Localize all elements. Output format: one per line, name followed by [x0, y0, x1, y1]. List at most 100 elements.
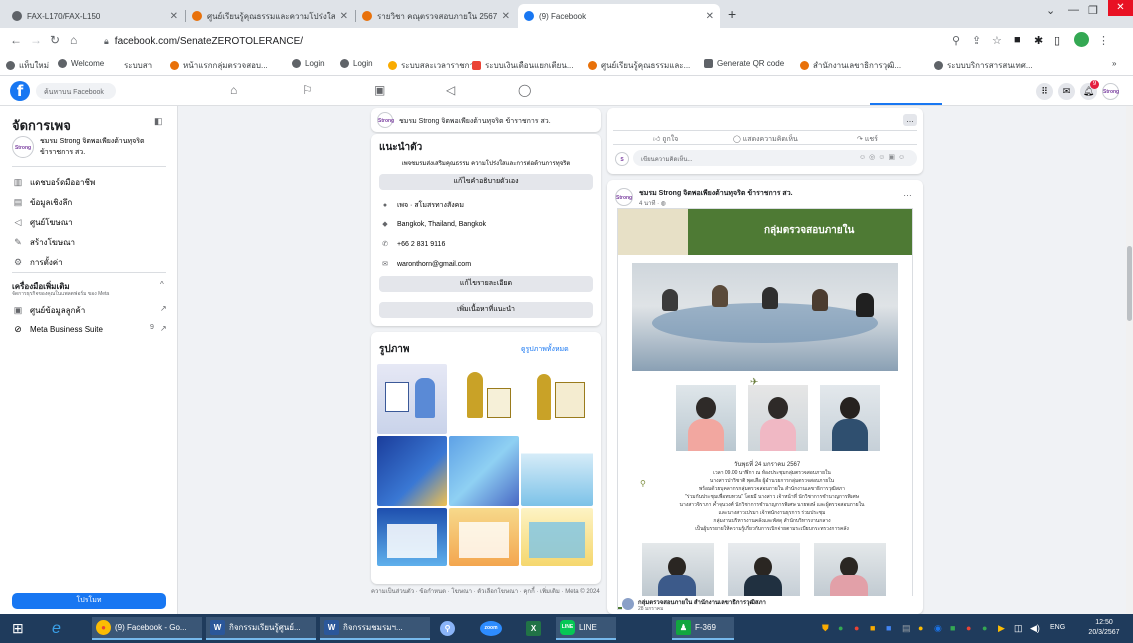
ad-center-icon[interactable]: ▣: [374, 83, 385, 97]
zoom-icon[interactable]: ⚲: [952, 34, 960, 47]
photo-thumbnail[interactable]: [377, 436, 447, 506]
taskbar-item-line[interactable]: LINE LINE: [556, 617, 616, 640]
star-icon[interactable]: ☆: [992, 34, 1002, 47]
window-close-button[interactable]: ✕: [1108, 0, 1133, 16]
reload-icon[interactable]: ↻: [50, 33, 60, 47]
share-icon[interactable]: ⇪: [972, 34, 981, 47]
more-bookmarks-button[interactable]: »: [1112, 59, 1116, 68]
home-icon[interactable]: ⌂: [70, 33, 77, 47]
tray-icon: ■: [950, 623, 956, 633]
group-avatar[interactable]: [622, 598, 634, 610]
extension-icon[interactable]: ■: [1014, 34, 1021, 46]
page-scrollbar[interactable]: [1126, 106, 1133, 614]
close-icon[interactable]: ✕: [170, 11, 178, 22]
bookmark[interactable]: สำนักงานเลขาธิการวุฒิ...: [800, 59, 901, 72]
browser-tab[interactable]: FAX-L170/FAX-L150 ✕: [6, 4, 184, 28]
chevron-up-icon[interactable]: ^: [160, 280, 164, 289]
taskbar-item-app[interactable]: ♟ F-369: [672, 617, 734, 640]
browser-tab[interactable]: รายวิชา คณุตรวจสอบภายใน 2567 ✕: [356, 4, 516, 28]
add-featured-button[interactable]: เพิ่มเนื้อหาที่แนะนำ: [379, 302, 593, 318]
bookmark[interactable]: Login: [340, 59, 373, 68]
more-options-icon[interactable]: …: [903, 188, 912, 198]
messenger-icon[interactable]: ✉: [1058, 83, 1075, 100]
bookmark[interactable]: Welcome: [58, 59, 104, 68]
photo-thumbnail[interactable]: [449, 364, 519, 434]
collapse-icon[interactable]: ◧: [154, 116, 163, 127]
menu-icon[interactable]: ⋮: [1098, 34, 1109, 47]
internet-explorer-icon[interactable]: e: [48, 617, 65, 640]
bookmark[interactable]: ศูนย์เรียนรู้คุณธรรมและ...: [588, 59, 690, 72]
bookmark[interactable]: Login: [292, 59, 325, 68]
taskbar-item-chrome[interactable]: ● (9) Facebook - Go...: [92, 617, 202, 640]
edit-bio-button[interactable]: แก้ไขคำอธิบายตัวเอง: [379, 174, 593, 190]
promote-button[interactable]: โปรโมท: [12, 593, 166, 609]
bookmark[interactable]: ระบบเงินเดือนแยกเตียน...: [472, 59, 574, 72]
home-icon[interactable]: ⌂: [230, 83, 237, 97]
photo-thumbnail[interactable]: [521, 508, 593, 566]
sidebar-item-dashboard[interactable]: ▥ แดชบอร์ดมืออาชีพ: [12, 176, 96, 189]
menu-grid-icon[interactable]: ⠿: [1036, 83, 1053, 100]
taskbar-item-search[interactable]: ⚲: [436, 617, 463, 640]
megaphone-icon[interactable]: ◁: [446, 83, 455, 97]
photo-thumbnail[interactable]: [377, 508, 447, 566]
sidebar-item-create-ad[interactable]: ✎ สร้างโฆษณา: [12, 236, 75, 249]
bookmark[interactable]: ระบบสา: [124, 59, 152, 72]
bookmark[interactable]: Generate QR code: [704, 59, 784, 68]
comment-icon: ◯: [733, 136, 741, 143]
page-switcher[interactable]: Strong ชมรม Strong จิตพอเพียงต้านทุจริต …: [12, 136, 160, 158]
forward-icon[interactable]: →: [30, 33, 42, 47]
close-icon[interactable]: ✕: [706, 11, 714, 22]
external-link-icon[interactable]: ↗: [160, 304, 167, 313]
bell-outline-icon[interactable]: ◯: [518, 83, 531, 97]
back-icon[interactable]: ←: [10, 33, 22, 47]
sidebar-item-insights[interactable]: ▤ ข้อมูลเชิงลึก: [12, 196, 73, 209]
sidebar-item-ad-center[interactable]: ◁ ศูนย์โฆษณา: [12, 216, 73, 229]
bookmark[interactable]: แท็บใหม่: [6, 59, 49, 72]
sidepanel-icon[interactable]: ▯: [1054, 34, 1060, 47]
facebook-logo-icon[interactable]: f: [10, 81, 30, 101]
clock[interactable]: 12:50 20/3/2567: [1084, 618, 1124, 638]
sidebar-item-settings[interactable]: ⚙ การตั้งค่า: [12, 256, 63, 269]
photo-thumbnail[interactable]: [521, 364, 593, 434]
footer-links[interactable]: ความเป็นส่วนตัว · ข้อกำหนด · โฆษณา · ตัว…: [371, 588, 601, 597]
bookmark[interactable]: ระบบสละเวลาราชการ: [388, 59, 478, 72]
taskbar-item-zoom[interactable]: zoom: [476, 617, 510, 640]
external-link-icon[interactable]: ↗: [160, 324, 167, 333]
minimize-button[interactable]: —: [1068, 4, 1079, 16]
taskbar-item-excel[interactable]: X: [522, 617, 549, 640]
sidebar-item-meta-business-suite[interactable]: ⊘ Meta Business Suite: [12, 324, 103, 335]
puzzle-icon[interactable]: ✱: [1034, 34, 1043, 47]
close-icon[interactable]: ✕: [502, 11, 510, 22]
bookmark[interactable]: หน้าแรกกลุ่มตรวจสอบ...: [170, 59, 268, 72]
photo-thumbnail[interactable]: [449, 436, 519, 506]
browser-tab[interactable]: ศูนย์เรียนรู้คุณธรรมและความโปร่งใส... ✕: [186, 4, 354, 28]
photo-thumbnail[interactable]: [377, 364, 447, 434]
maximize-button[interactable]: ❐: [1088, 4, 1098, 17]
search-input[interactable]: ค้นหาบน Facebook: [36, 83, 116, 99]
language-indicator[interactable]: ENG: [1050, 624, 1065, 631]
taskbar-item-word-2[interactable]: W กิจกรรมชมรมฯ...: [320, 617, 430, 640]
profile-avatar[interactable]: [1074, 32, 1089, 47]
browser-tab-active[interactable]: (9) Facebook ✕: [518, 4, 720, 28]
tray-icon: ▤: [902, 623, 911, 633]
flag-icon[interactable]: ⚐: [302, 83, 313, 97]
comment-input[interactable]: เขียนความคิดเห็น... ☺◎☺▣☺: [633, 150, 917, 166]
post-image[interactable]: กลุ่มตรวจสอบภายใน ✈ วันพุธที่ 24 มกราคม …: [617, 208, 913, 610]
scrollbar-thumb[interactable]: [1127, 246, 1132, 321]
more-options-icon[interactable]: …: [903, 114, 917, 126]
photo-thumbnail[interactable]: [449, 508, 519, 566]
author-avatar[interactable]: Strong: [615, 188, 633, 206]
page-avatar[interactable]: Strong: [1102, 83, 1119, 100]
photo-thumbnail[interactable]: [521, 436, 593, 506]
address-bar[interactable]: 🔒︎ facebook.com/SenateZEROTOLERANCE/: [104, 32, 934, 50]
new-tab-button[interactable]: +: [728, 6, 736, 22]
sidebar-item-contacts[interactable]: ▣ ศูนย์ข้อมูลลูกค้า: [12, 304, 86, 317]
portrait-photo: [820, 385, 880, 451]
see-all-photos-link[interactable]: ดูรูปภาพทั้งหมด: [521, 344, 569, 355]
taskbar-item-word-1[interactable]: W กิจกรรมเรียนรู้ศูนย์...: [206, 617, 316, 640]
windows-start-icon[interactable]: ⊞: [8, 617, 28, 640]
close-icon[interactable]: ✕: [340, 11, 348, 22]
bookmark[interactable]: ระบบบริการสารสนเทศ...: [934, 59, 1033, 72]
edit-details-button[interactable]: แก้ไขรายละเอียด: [379, 276, 593, 292]
tab-search-icon[interactable]: ⌄: [1046, 4, 1055, 17]
